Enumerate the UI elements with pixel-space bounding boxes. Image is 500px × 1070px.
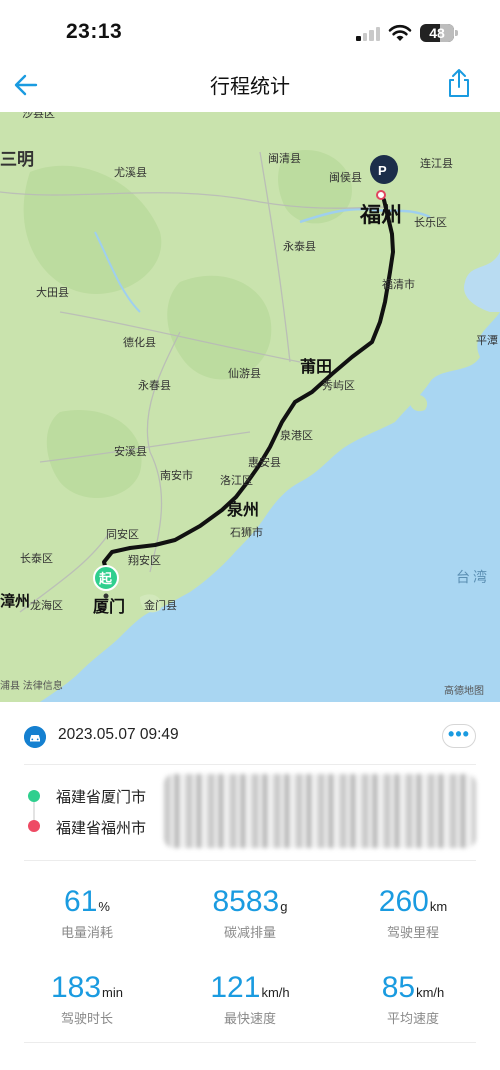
divider xyxy=(24,1042,476,1043)
stat-driving-distance: 260km 驾驶里程 xyxy=(330,884,496,941)
map-legal-info[interactable]: 浦县 法律信息 xyxy=(0,679,63,692)
redacted-address xyxy=(164,774,476,848)
map-label-sanming: 三明 xyxy=(0,150,34,169)
map-label-xiamen: 厦门 xyxy=(93,597,125,616)
stat-unit: km/h xyxy=(416,985,445,1000)
end-dot-icon xyxy=(28,820,40,832)
end-marker-label: P xyxy=(378,163,387,178)
stat-unit: % xyxy=(98,899,110,914)
battery-icon: 48 xyxy=(420,24,454,42)
wifi-icon xyxy=(388,24,412,41)
map-label-quanzhou: 泉州 xyxy=(227,500,259,519)
page-title: 行程统计 xyxy=(210,76,290,98)
route-endpoints: 福建省厦门市 福建省福州市 xyxy=(24,774,476,854)
divider xyxy=(24,764,476,765)
stat-label: 电量消耗 xyxy=(60,925,113,940)
trip-stats: 61% 电量消耗 8583g 碳减排量 260km 驾驶里程 183min 驾驶… xyxy=(0,874,500,1054)
map-label-pingtan: 平潭 xyxy=(476,334,498,347)
stat-value: 61 xyxy=(64,885,98,918)
map-label-jinmen: 金门县 xyxy=(144,598,177,612)
route-map[interactable]: 沙县区 三明 尤溪县 闽清县 闽侯县 连江县 福州 长乐区 永泰县 大田县 福清… xyxy=(0,112,500,702)
map-label-datian: 大田县 xyxy=(36,285,69,299)
map-label-longhai: 龙海区 xyxy=(30,598,63,612)
stat-unit: km xyxy=(429,899,448,914)
trip-info-card: 2023.05.07 09:49 ••• 福建省厦门市 福建省福州市 61% 电… xyxy=(0,702,500,1070)
battery-level: 48 xyxy=(429,25,445,41)
stat-value: 8583 xyxy=(212,885,280,918)
map-label-changle: 长乐区 xyxy=(414,216,447,229)
stat-label: 碳减排量 xyxy=(223,925,276,940)
map-label-luojiang: 洛江区 xyxy=(220,473,253,487)
map-label-minhou: 闽侯县 xyxy=(329,170,362,184)
map-label-shaxian: 沙县区 xyxy=(22,112,55,120)
start-dot-icon xyxy=(28,790,40,802)
map-label-fuqing: 福清市 xyxy=(382,277,415,291)
divider xyxy=(24,860,476,861)
map-label-youxi: 尤溪县 xyxy=(114,166,147,179)
map-copyright: 高德地图 xyxy=(444,684,484,697)
map-label-nanan: 南安市 xyxy=(160,468,193,482)
start-location: 福建省厦门市 xyxy=(56,789,147,806)
map-label-quangang: 泉港区 xyxy=(280,428,313,442)
end-location: 福建省福州市 xyxy=(56,820,147,837)
share-icon[interactable] xyxy=(444,66,474,100)
nav-bar: 行程统计 xyxy=(0,62,500,112)
stat-unit: g xyxy=(280,899,288,914)
map-label-lianjiang: 连江县 xyxy=(420,157,453,170)
stat-label: 最快速度 xyxy=(223,1011,276,1026)
map-label-shishi: 石狮市 xyxy=(230,525,263,539)
more-options-button[interactable]: ••• xyxy=(442,724,476,748)
trip-datetime: 2023.05.07 09:49 xyxy=(58,726,179,743)
stat-average-speed: 85km/h 平均速度 xyxy=(330,970,496,1027)
car-icon xyxy=(24,726,46,748)
map-label-minqing: 闽清县 xyxy=(268,152,301,165)
stat-value: 260 xyxy=(378,885,429,918)
start-marker-label: 起 xyxy=(98,571,113,587)
map-label-yongchun: 永春县 xyxy=(138,378,171,392)
stat-label: 驾驶时长 xyxy=(60,1011,113,1026)
status-time: 23:13 xyxy=(66,20,123,43)
route-connector xyxy=(33,802,35,820)
map-label-taiwan: 台湾 xyxy=(456,569,490,585)
stat-max-speed: 121km/h 最快速度 xyxy=(167,970,333,1027)
map-label-dehua: 德化县 xyxy=(123,335,156,349)
stat-driving-duration: 183min 驾驶时长 xyxy=(4,970,170,1027)
battery-cap xyxy=(455,30,458,36)
map-label-yongtai: 永泰县 xyxy=(283,239,316,253)
map-label-xianyou: 仙游县 xyxy=(228,367,261,380)
map-label-anxi: 安溪县 xyxy=(114,444,147,458)
island xyxy=(409,394,428,412)
stat-value: 85 xyxy=(381,971,416,1004)
cellular-signal-icon xyxy=(356,27,382,41)
stat-unit: min xyxy=(102,985,123,1000)
map-canvas: 沙县区 三明 尤溪县 闽清县 闽侯县 连江县 福州 长乐区 永泰县 大田县 福清… xyxy=(0,112,500,702)
stat-label: 驾驶里程 xyxy=(386,925,439,940)
stat-unit: km/h xyxy=(261,985,290,1000)
stat-carbon-reduction: 8583g 碳减排量 xyxy=(167,884,333,941)
status-bar: 23:13 48 xyxy=(0,0,500,62)
map-label-huian: 惠安县 xyxy=(248,455,281,469)
map-label-zhangzhou: 漳州 xyxy=(0,592,30,610)
stat-battery-consumption: 61% 电量消耗 xyxy=(4,884,170,941)
map-label-xiangan: 翔安区 xyxy=(128,553,161,567)
map-label-tongan: 同安区 xyxy=(106,527,139,541)
stat-value: 121 xyxy=(210,971,261,1004)
map-label-putian: 莆田 xyxy=(300,357,332,376)
stat-label: 平均速度 xyxy=(386,1011,439,1026)
trip-header: 2023.05.07 09:49 ••• xyxy=(24,724,476,752)
map-label-changtai: 长泰区 xyxy=(20,551,53,565)
stat-value: 183 xyxy=(50,971,102,1004)
map-label-fuzhou: 福州 xyxy=(359,204,402,227)
map-label-xiuyu: 秀屿区 xyxy=(322,379,355,392)
